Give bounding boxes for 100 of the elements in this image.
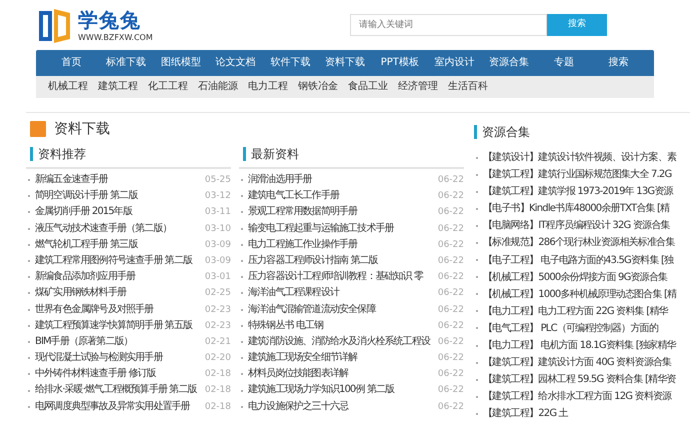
item-date: 03-12 [204,190,231,204]
list-link[interactable]: 燃气轮机工程手册 第三版 [35,236,200,253]
list-link[interactable]: 【电力工程】 电机方面 18.1G资料集 [独家精华 [483,337,686,354]
list-link[interactable]: 【机械工程】1000多种机械原理动态图合集 [精 [483,286,686,303]
nav-link[interactable]: 论文文档 [208,50,263,76]
list-link[interactable]: 压力容器设计工程师培训教程：基础知识 零 [248,269,433,286]
list-link[interactable]: 建筑施工现场力学知识100例 第二版 [248,382,433,399]
list-link[interactable]: 输变电工程起重与运输施工技术手册 [248,220,433,237]
nav-link[interactable]: PPT模板 [372,50,428,76]
category-link[interactable]: 经济管理 [398,76,438,98]
item-date: 06-22 [438,320,464,333]
list-link[interactable]: 材料员岗位技能图表详解 [248,366,433,382]
category-link[interactable]: 化工工程 [148,76,188,98]
list-link[interactable]: 【机械工程】5000余份焊接方面 9G资源合集 [483,268,686,286]
list-link[interactable]: 中外铸件材料速查手册 修订版 [35,366,200,382]
list-link[interactable]: 【建筑工程】建筑行业国标规范图集大全 7.2G [483,166,686,184]
category-link[interactable]: 机械工程 [48,76,88,98]
list-link[interactable]: 简明空调设计手册 第二版 [35,188,200,204]
column-heading: 最新资料 [243,147,299,161]
document-icon [30,121,46,137]
item-date: 06-22 [438,190,464,204]
list-link[interactable]: 新编食品添加剂应用手册 [35,269,200,286]
nav-link[interactable]: 图纸模型 [153,50,208,76]
item-date: 06-22 [438,304,464,316]
category-link[interactable]: 石油能源 [198,76,238,98]
list-link[interactable]: 新编五金速查手册 [35,172,200,188]
list-link[interactable]: 【电子书】Kindle书库48000余册TXT合集 [精 [483,200,686,218]
list-link[interactable]: 液压气动技术速查手册（第二版） [35,220,200,237]
item-date: 02-23 [204,320,231,333]
list-link[interactable]: 润滑油选用手册 [248,172,433,188]
item-date: 02-21 [204,336,231,349]
item-date: 03-09 [204,238,231,252]
list-link[interactable]: 建筑消防设施、消防给水及消火栓系统工程设 [248,334,433,350]
category-link[interactable]: 食品工业 [348,76,388,98]
item-date: 06-22 [438,254,464,268]
item-date: 06-22 [438,206,464,220]
item-date: 02-18 [204,368,231,382]
list-link[interactable]: 现代混凝土试验与检测实用手册 [35,350,200,366]
list-link[interactable]: 电网调度典型事故及异常实用处置手册 [35,398,200,415]
nav-link[interactable]: 专题 [536,50,592,76]
list-link[interactable]: 建筑施工现场安全细节详解 [248,350,433,366]
list-link[interactable]: 【建筑工程】22G 土 [483,405,686,422]
item-date: 05-25 [204,174,231,187]
item-date: 06-22 [438,287,464,300]
list-link[interactable]: 电力工程施工作业操作手册 [248,236,433,253]
list-link[interactable]: BIM手册（原著第二版） [35,334,200,350]
nav-link[interactable]: 室内设计 [427,50,482,76]
item-date: 06-22 [438,384,464,398]
list-link[interactable]: 电力设施保护之三十六忌 [248,398,433,415]
logo-text: 学兔兔 [78,10,142,30]
item-date: 06-22 [438,174,464,187]
sidebar-heading: 资源合集 [474,125,530,139]
item-date: 03-09 [204,254,231,268]
item-date: 02-20 [204,352,231,366]
list-link[interactable]: 【建筑工程】园林工程 59.5G 资料合集 [精华资 [483,371,686,388]
search-field[interactable]: 请输入关键词 [350,14,547,36]
column-heading: 资料推荐 [30,147,86,161]
list-link[interactable]: 压力容器工程师设计指南 第二版 [248,252,433,270]
item-date: 06-22 [438,271,464,284]
item-date: 06-22 [438,400,464,414]
list-link[interactable]: 建筑工程常用图例符号速查手册 第二版 [35,252,200,270]
item-date: 02-18 [204,384,231,398]
list-link[interactable]: 海洋油气工程课程设计 [248,285,433,302]
list-link[interactable]: 特殊钢丛书 电工钢 [248,318,433,334]
nav-link[interactable]: 标准下载 [98,50,154,76]
logo-url: WWW.BZFXW.COM [78,34,153,42]
item-date: 06-22 [438,222,464,236]
list-link[interactable]: 景观工程常用数据简明手册 [248,204,433,221]
list-link[interactable]: 给排水·采暖·燃气工程概预算手册 第二版 [35,382,200,399]
list-link[interactable]: 建筑工程预算速学快算简明手册 第五版 [35,318,200,334]
nav-link[interactable]: 资料下载 [318,50,372,76]
list-link[interactable]: 【标准规范】286个现行林业资源相关标准合集 [483,234,686,252]
nav-link[interactable]: 资源合集 [482,50,537,76]
category-link[interactable]: 建筑工程 [98,76,138,98]
category-link[interactable]: 生活百科 [448,76,488,98]
list-link[interactable]: 【电气工程】 PLC（可编程控制器）方面的 [483,320,686,338]
list-link[interactable]: 建筑电气工长工作手册 [248,188,433,204]
list-link[interactable]: 金属切削手册 2015年版 [35,204,200,221]
list-link[interactable]: 【建筑设计】建筑设计软件视频、设计方案、素 [483,149,686,166]
item-date: 03-11 [204,206,231,220]
item-date: 02-25 [204,287,231,300]
list-link[interactable]: 【建筑工程】给水排水工程方面 12G 资料资源 [483,388,686,406]
item-date: 02-18 [204,400,231,414]
list-link[interactable]: 【电子工程】 电子电路方面的43.5G资料集 [独 [483,252,686,269]
item-date: 06-22 [438,352,464,366]
list-link[interactable]: 海洋油气混输管道流动安全保障 [248,302,433,318]
list-link[interactable]: 世界有色金属牌号及对照手册 [35,302,200,318]
list-link[interactable]: 【建筑工程】建筑学报 1973-2019年 13G资源 [483,183,686,200]
list-link[interactable]: 煤矿实用钢铁材料手册 [35,285,200,302]
list-link[interactable]: 【电力工程】电力工程方面 22G 资料集 [精华 [483,302,686,320]
item-date: 02-23 [204,304,231,316]
item-date: 06-22 [438,336,464,349]
section-title: 资料下载 [54,121,110,137]
nav-link[interactable]: 首页 [44,50,99,76]
category-link[interactable]: 电力工程 [248,76,288,98]
category-link[interactable]: 钢铁冶金 [298,76,338,98]
list-link[interactable]: 【电脑网络】IT程序员编程设计 32G 资源合集 [483,217,686,234]
nav-link[interactable]: 软件下载 [262,50,318,76]
nav-link[interactable]: 搜索 [591,50,646,76]
list-link[interactable]: 【建筑工程】建筑设计方面 40G 资料资源合集 [483,354,686,372]
